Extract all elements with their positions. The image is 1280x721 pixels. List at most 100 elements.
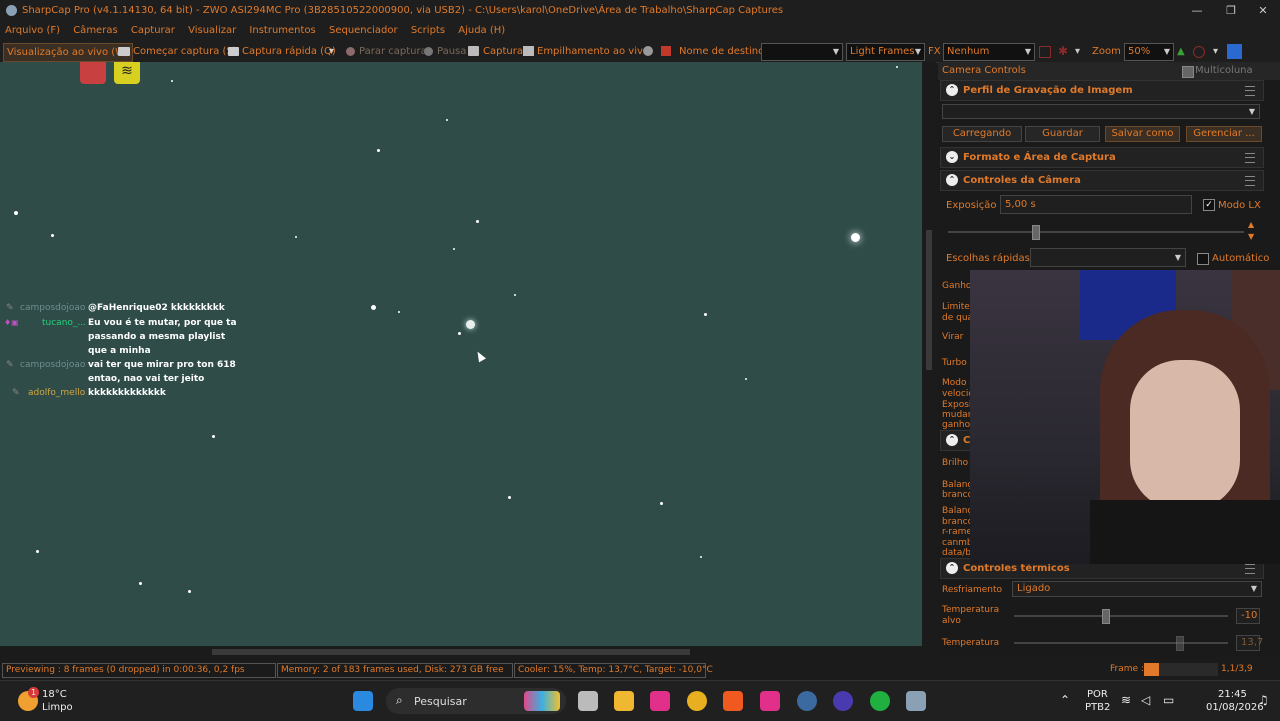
chevron-up-icon[interactable]: ⌃ xyxy=(1060,693,1070,707)
app-icon[interactable] xyxy=(870,691,890,711)
save-profile-button[interactable]: Guardar xyxy=(1025,126,1100,142)
exposure-input[interactable]: 5,00 s xyxy=(1000,195,1192,214)
chrome-icon[interactable] xyxy=(687,691,707,711)
preview-status: Previewing : 8 frames (0 dropped) in 0:0… xyxy=(2,663,276,678)
live-stack-button[interactable]: Empilhamento ao vivo xyxy=(537,43,649,60)
close-button[interactable]: ✕ xyxy=(1246,0,1280,21)
chevron-down-icon: ▼ xyxy=(1250,584,1257,593)
collapse-icon[interactable]: ⌃ xyxy=(946,84,958,96)
star xyxy=(514,294,516,296)
exposure-slider[interactable] xyxy=(948,225,1244,240)
chevron-down-icon[interactable]: ▾ xyxy=(1075,43,1080,60)
clock-date[interactable]: 01/08/2026 xyxy=(1206,702,1264,713)
obs-icon[interactable] xyxy=(797,691,817,711)
brave-icon[interactable] xyxy=(723,691,743,711)
lx-mode-checkbox[interactable]: ✓ xyxy=(1203,199,1215,211)
file-explorer-icon[interactable] xyxy=(614,691,634,711)
automatic-checkbox[interactable] xyxy=(1197,253,1209,265)
manage-profiles-button[interactable]: Gerenciar ... xyxy=(1186,126,1262,142)
collapse-icon[interactable]: ⌃ xyxy=(946,562,958,574)
minimize-button[interactable]: — xyxy=(1180,0,1214,21)
frame-value: 1,1/3,9 xyxy=(1221,664,1253,674)
collapse-icon[interactable]: ⌃ xyxy=(946,434,958,446)
stellarium-icon[interactable] xyxy=(833,691,853,711)
slider-knob[interactable] xyxy=(1032,225,1040,240)
menu-instrumentos[interactable]: Instrumentos xyxy=(244,21,320,41)
app-icon[interactable] xyxy=(760,691,780,711)
menu-sequenciador[interactable]: Sequenciador xyxy=(324,21,403,41)
clock-time[interactable]: 21:45 xyxy=(1218,689,1247,700)
crosshair-icon[interactable]: ✱ xyxy=(1058,43,1068,60)
menu-visualizar[interactable]: Visualizar xyxy=(183,21,241,41)
vertical-scrollbar[interactable] xyxy=(922,62,936,646)
focus-icon[interactable] xyxy=(1193,46,1205,58)
weather-temp[interactable]: 18°C xyxy=(42,689,67,700)
target-temp-input[interactable]: -10 xyxy=(1236,608,1260,624)
menu-icon[interactable] xyxy=(1245,153,1255,163)
section-title: Formato e Área de Captura xyxy=(963,152,1116,163)
menu-cameras[interactable]: Câmeras xyxy=(68,21,122,41)
snapshot-button[interactable]: Captura xyxy=(483,43,523,60)
slider-knob[interactable] xyxy=(1102,609,1110,624)
menu-icon[interactable] xyxy=(1245,86,1255,96)
mouse-cursor-icon xyxy=(474,349,486,363)
load-profile-button[interactable]: Carregando xyxy=(942,126,1022,142)
section-format[interactable]: ⌄ Formato e Área de Captura xyxy=(940,147,1264,168)
horizontal-scrollbar[interactable] xyxy=(0,646,922,658)
language-2[interactable]: PTB2 xyxy=(1085,702,1110,713)
speaker-icon[interactable]: ◁ xyxy=(1141,693,1150,707)
start-capture-button[interactable]: Começar captura (S) xyxy=(133,43,237,60)
stop-capture-button[interactable]: Parar captura xyxy=(359,43,427,60)
quick-choices-select[interactable]: ▼ xyxy=(1030,248,1186,267)
menu-capturar[interactable]: Capturar xyxy=(126,21,180,41)
section-color[interactable]: ⌃ C xyxy=(940,430,972,451)
menu-scripts[interactable]: Scripts xyxy=(406,21,450,41)
save-as-button[interactable]: Salvar como ... xyxy=(1105,126,1180,153)
windows-start-icon[interactable] xyxy=(353,691,373,711)
stream-overlay-icon xyxy=(80,62,106,84)
menu-icon[interactable] xyxy=(1245,564,1255,574)
chevron-down-icon[interactable]: ▾ xyxy=(1213,43,1218,60)
app-icon[interactable] xyxy=(650,691,670,711)
limit-label-2: de qua xyxy=(942,313,974,323)
stop-icon xyxy=(346,47,355,56)
cooling-select[interactable]: Ligado ▼ xyxy=(1012,581,1262,597)
sharpcap-taskbar-icon[interactable] xyxy=(906,691,926,711)
menu-icon[interactable] xyxy=(1245,176,1255,186)
chevron-down-icon[interactable]: ▾ xyxy=(329,43,334,60)
reticle-icon[interactable] xyxy=(1039,46,1051,58)
weather-desc[interactable]: Limpo xyxy=(42,702,73,713)
pause-button[interactable]: Pausa xyxy=(437,43,466,60)
quick-capture-button[interactable]: Captura rápida (Q) xyxy=(242,43,336,60)
pause-icon xyxy=(424,47,433,56)
scroll-thumb[interactable] xyxy=(926,230,932,370)
chevron-down-icon: ▼ xyxy=(1163,47,1170,56)
collapse-icon[interactable]: ⌃ xyxy=(946,174,958,186)
profile-select[interactable]: ▼ xyxy=(942,104,1260,119)
step-down-icon[interactable]: ▼ xyxy=(1248,232,1254,241)
step-up-icon[interactable]: ▲ xyxy=(1248,220,1254,229)
multicolumn-checkbox[interactable] xyxy=(1182,66,1194,78)
fx-select[interactable]: Nenhum ▼ xyxy=(943,43,1035,61)
section-profile[interactable]: ⌃ Perfil de Gravação de Imagem xyxy=(940,80,1264,101)
polar-align-icon[interactable] xyxy=(1227,44,1242,59)
expand-icon[interactable]: ⌄ xyxy=(946,151,958,163)
live-view-button[interactable]: Visualização ao vivo (W) xyxy=(3,43,133,62)
task-view-icon[interactable] xyxy=(578,691,598,711)
scroll-thumb[interactable] xyxy=(212,649,690,655)
battery-icon[interactable]: ▭ xyxy=(1163,693,1174,707)
target-name-select[interactable]: ▼ xyxy=(761,43,843,61)
language-1[interactable]: POR xyxy=(1087,689,1108,700)
notification-bell-icon[interactable]: ♫ xyxy=(1258,693,1269,707)
maximize-button[interactable]: ❐ xyxy=(1214,0,1248,21)
zoom-select[interactable]: 50% ▼ xyxy=(1124,43,1174,61)
menu-arquivo[interactable]: Arquivo (F) xyxy=(0,21,65,41)
section-camera[interactable]: ⌃ Controles da Câmera xyxy=(940,170,1264,191)
histogram-icon[interactable]: ▲ xyxy=(1177,43,1185,60)
wifi-icon[interactable]: ≋ xyxy=(1121,693,1131,707)
frame-type-select[interactable]: Light Frames ▼ xyxy=(846,43,925,61)
menu-ajuda[interactable]: Ajuda (H) xyxy=(453,21,510,41)
turbo-label: Turbo xyxy=(942,358,967,368)
search-box[interactable]: ⌕ Pesquisar xyxy=(386,688,566,714)
target-temp-slider[interactable] xyxy=(1014,609,1228,624)
